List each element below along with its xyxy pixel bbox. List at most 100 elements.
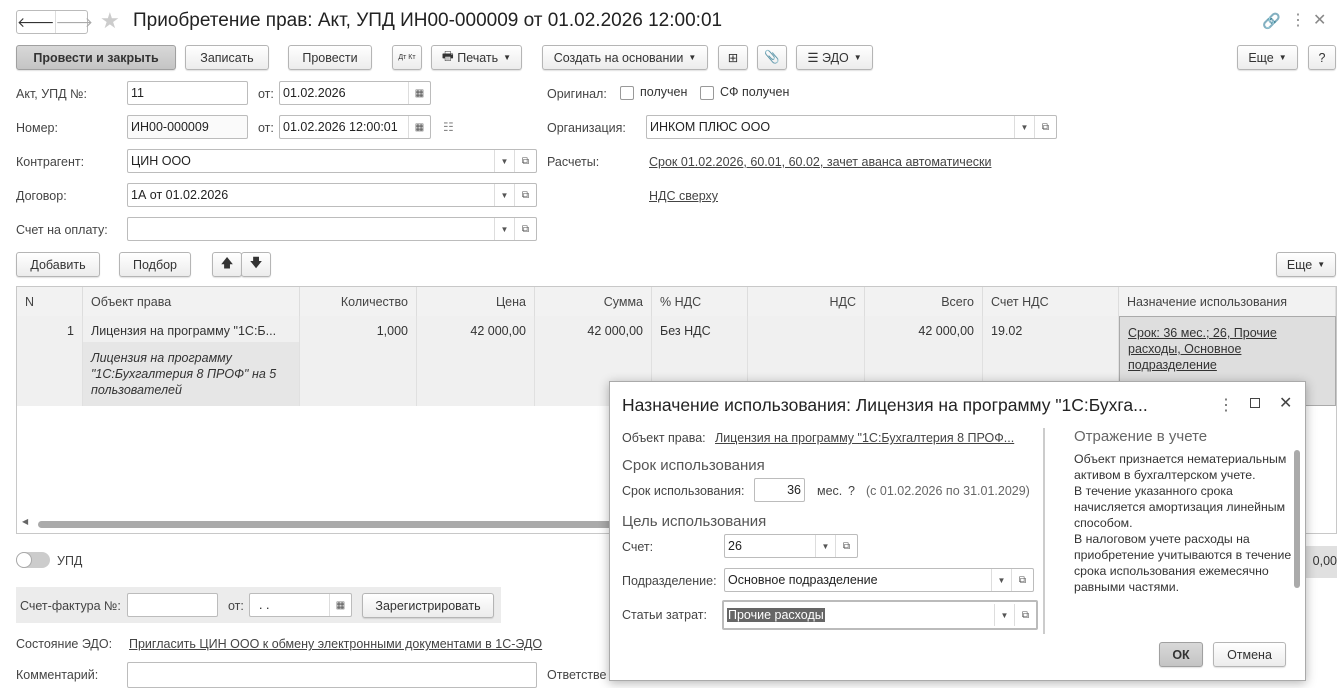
received-checkbox[interactable]: получен <box>620 85 687 100</box>
vertical-scrollbar[interactable] <box>1294 450 1300 588</box>
vat-link[interactable]: НДС сверху <box>649 189 718 203</box>
dialog-title: Назначение использования: Лицензия на пр… <box>622 395 1148 415</box>
add-button[interactable]: Добавить <box>16 252 100 277</box>
purpose-dialog: Назначение использования: Лицензия на пр… <box>609 381 1306 681</box>
settlements-link[interactable]: Срок 01.02.2026, 60.01, 60.02, зачет ава… <box>649 155 991 169</box>
move-up-button[interactable]: 🡅 <box>212 252 242 277</box>
create-based-button[interactable]: Создать на основании ▼ <box>542 45 708 70</box>
col-price[interactable]: Цена <box>417 287 535 316</box>
sf-from-label: от: <box>228 599 244 613</box>
col-vat-account[interactable]: Счет НДС <box>983 287 1119 316</box>
more-button[interactable]: Еще ▼ <box>1237 45 1298 70</box>
dtkt-button[interactable]: Дт Кт <box>392 45 422 70</box>
close-icon[interactable]: ✕ <box>1279 393 1292 413</box>
purpose-link[interactable]: Срок: 36 мес.; 26, Прочие расходы, Основ… <box>1128 325 1298 373</box>
more-vert-icon[interactable]: ⋮ <box>1290 10 1306 30</box>
pick-button[interactable]: Подбор <box>119 252 191 277</box>
upd-toggle[interactable] <box>16 552 50 568</box>
link-icon[interactable]: 🔗 <box>1262 12 1281 30</box>
contract-value: 1А от 01.02.2026 <box>131 188 229 202</box>
scroll-left-icon[interactable]: ◀ <box>22 517 28 526</box>
act-date-value: 01.02.2026 <box>283 86 346 100</box>
comment-input[interactable] <box>127 662 537 688</box>
move-down-button[interactable]: 🡇 <box>241 252 271 277</box>
chevron-down-icon[interactable]: ▼ <box>991 569 1011 591</box>
col-sum[interactable]: Сумма <box>535 287 652 316</box>
cancel-button[interactable]: Отмена <box>1213 642 1286 667</box>
counterparty-select[interactable]: ЦИН ООО ▼ ⧉ <box>127 149 537 173</box>
contract-select[interactable]: 1А от 01.02.2026 ▼ ⧉ <box>127 183 537 207</box>
col-purpose[interactable]: Назначение использования <box>1119 287 1336 316</box>
term-header: Срок использования <box>622 457 765 474</box>
act-number-input[interactable]: 11 <box>127 81 248 105</box>
post-and-close-button[interactable]: Провести и закрыть <box>16 45 176 70</box>
account-select[interactable]: 26 ▼ ⧉ <box>724 534 858 558</box>
favorite-star-icon[interactable]: ★ <box>100 8 120 34</box>
payment-invoice-select[interactable]: ▼ ⧉ <box>127 217 537 241</box>
attach-button[interactable]: 📎 <box>757 45 787 70</box>
chevron-down-icon[interactable]: ▼ <box>1014 116 1034 138</box>
more-vert-icon[interactable]: ⋮ <box>1218 395 1234 415</box>
col-vat-rate[interactable]: % НДС <box>652 287 748 316</box>
col-qty[interactable]: Количество <box>300 287 417 316</box>
register-button[interactable]: Зарегистрировать <box>362 593 494 618</box>
edo-invite-link[interactable]: Пригласить ЦИН ООО к обмену электронными… <box>129 637 542 651</box>
help-icon[interactable]: ? <box>848 484 855 498</box>
sf-date-input[interactable]: . . ▦ <box>249 593 352 617</box>
open-icon[interactable]: ⧉ <box>1014 604 1036 626</box>
save-button[interactable]: Записать <box>185 45 269 70</box>
chevron-down-icon[interactable]: ▼ <box>815 535 835 557</box>
open-icon[interactable]: ⧉ <box>835 535 857 557</box>
edo-button[interactable]: ☰ ЭДО ▼ <box>796 45 873 70</box>
table-more-button[interactable]: Еще ▼ <box>1276 252 1336 277</box>
chevron-down-icon[interactable]: ▼ <box>494 218 514 240</box>
help-button[interactable]: ? <box>1308 45 1336 70</box>
object-short: Лицензия на программу "1С:Б... <box>83 316 299 342</box>
contract-label: Договор: <box>16 189 67 203</box>
cost-select[interactable]: Прочие расходы ▼ ⧉ <box>722 600 1038 630</box>
organization-select[interactable]: ИНКОМ ПЛЮС ООО ▼ ⧉ <box>646 115 1057 139</box>
edit-number-icon[interactable]: ☷ <box>443 120 454 134</box>
col-total[interactable]: Всего <box>865 287 983 316</box>
calendar-icon[interactable]: ▦ <box>408 82 430 104</box>
term-input[interactable]: 36 <box>754 478 805 502</box>
chevron-down-icon[interactable]: ▼ <box>994 604 1014 626</box>
open-icon[interactable]: ⧉ <box>514 184 536 206</box>
maximize-icon[interactable] <box>1250 398 1260 408</box>
purpose-header: Цель использования <box>622 513 767 530</box>
col-n[interactable]: N <box>17 287 83 316</box>
number-input[interactable]: ИН00-000009 <box>127 115 248 139</box>
col-object[interactable]: Объект права <box>83 287 300 316</box>
col-vat[interactable]: НДС <box>748 287 865 316</box>
back-button[interactable]: 🡐 <box>17 11 56 33</box>
ok-button[interactable]: ОК <box>1159 642 1203 667</box>
act-from-label: от: <box>258 87 274 101</box>
calendar-icon[interactable]: ▦ <box>329 594 351 616</box>
term-label: Срок использования: <box>622 484 745 498</box>
cell-object: Лицензия на программу "1С:Б... Лицензия … <box>83 316 300 406</box>
print-button[interactable]: 🖶 Печать ▼ <box>431 45 522 70</box>
act-date-input[interactable]: 01.02.2026 ▦ <box>279 81 431 105</box>
sf-number-input[interactable] <box>127 593 218 617</box>
horizontal-scrollbar[interactable] <box>38 521 618 528</box>
number-date-input[interactable]: 01.02.2026 12:00:01 ▦ <box>279 115 431 139</box>
sf-received-checkbox[interactable]: СФ получен <box>700 85 789 100</box>
close-icon[interactable]: ✕ <box>1313 10 1326 30</box>
table-more-label: Еще <box>1286 257 1313 272</box>
open-icon[interactable]: ⧉ <box>514 218 536 240</box>
received-label: получен <box>640 85 688 99</box>
object-link[interactable]: Лицензия на программу "1С:Бухгалтерия 8 … <box>715 431 1014 445</box>
reflection-header: Отражение в учете <box>1074 428 1208 445</box>
open-icon[interactable]: ⧉ <box>1034 116 1056 138</box>
counterparty-value: ЦИН ООО <box>131 154 191 168</box>
sf-date-value: . . <box>259 598 270 612</box>
chevron-down-icon[interactable]: ▼ <box>494 150 514 172</box>
chevron-down-icon[interactable]: ▼ <box>494 184 514 206</box>
post-button[interactable]: Провести <box>288 45 372 70</box>
dept-select[interactable]: Основное подразделение ▼ ⧉ <box>724 568 1034 592</box>
open-icon[interactable]: ⧉ <box>514 150 536 172</box>
structure-button[interactable]: ⊞ <box>718 45 748 70</box>
calendar-icon[interactable]: ▦ <box>408 116 430 138</box>
open-icon[interactable]: ⧉ <box>1011 569 1033 591</box>
forward-button[interactable]: 🡒 <box>56 11 94 33</box>
